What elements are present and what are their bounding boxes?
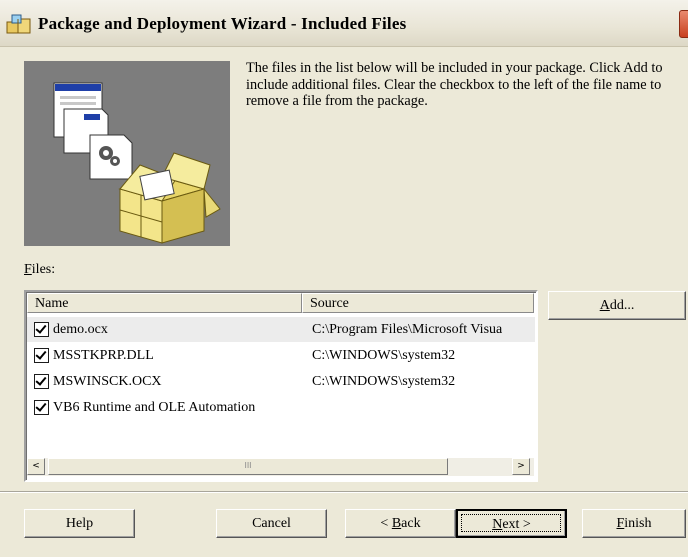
help-button[interactable]: Help bbox=[24, 509, 135, 538]
column-header-source[interactable]: Source bbox=[302, 293, 534, 313]
list-header: Name Source bbox=[27, 293, 536, 315]
include-checkbox[interactable] bbox=[34, 400, 49, 415]
scroll-left-button[interactable]: < bbox=[27, 458, 45, 475]
title-bar[interactable]: Package and Deployment Wizard - Included… bbox=[0, 0, 688, 47]
file-name: MSSTKPRP.DLL bbox=[53, 348, 154, 363]
list-item[interactable]: demo.ocx C:\Program Files\Microsoft Visu… bbox=[27, 317, 535, 342]
window-title: Package and Deployment Wizard - Included… bbox=[38, 14, 407, 33]
file-name: MSWINSCK.OCX bbox=[53, 374, 162, 389]
file-name: demo.ocx bbox=[53, 322, 108, 337]
list-item[interactable]: VB6 Runtime and OLE Automation bbox=[27, 395, 535, 420]
file-source: C:\WINDOWS\system32 bbox=[312, 374, 456, 389]
cancel-button[interactable]: Cancel bbox=[216, 509, 327, 538]
package-wizard-icon bbox=[6, 14, 31, 34]
scroll-thumb[interactable]: III bbox=[48, 458, 448, 475]
include-checkbox[interactable] bbox=[34, 348, 49, 363]
finish-button[interactable]: Finish bbox=[582, 509, 686, 538]
horizontal-scrollbar[interactable]: < III > bbox=[27, 458, 534, 476]
intro-text: The files in the list below will be incl… bbox=[246, 60, 663, 109]
files-label: Files: bbox=[24, 262, 56, 277]
list-item[interactable]: MSSTKPRP.DLL C:\WINDOWS\system32 bbox=[27, 343, 535, 368]
close-button[interactable] bbox=[679, 10, 688, 38]
file-source: C:\Program Files\Microsoft Visua bbox=[312, 322, 503, 337]
list-item[interactable]: MSWINSCK.OCX C:\WINDOWS\system32 bbox=[27, 369, 535, 394]
included-files-list[interactable]: Name Source demo.ocx C:\Program Files\Mi… bbox=[24, 290, 538, 482]
scroll-right-button[interactable]: > bbox=[512, 458, 530, 475]
include-checkbox[interactable] bbox=[34, 322, 49, 337]
wizard-banner-image bbox=[24, 61, 230, 246]
back-button[interactable]: < Back bbox=[345, 509, 456, 538]
file-name: VB6 Runtime and OLE Automation bbox=[53, 400, 256, 415]
add-button[interactable]: Add... bbox=[548, 291, 686, 320]
include-checkbox[interactable] bbox=[34, 374, 49, 389]
separator bbox=[0, 491, 688, 493]
file-source: C:\WINDOWS\system32 bbox=[312, 348, 456, 363]
column-header-name[interactable]: Name bbox=[27, 293, 302, 313]
next-button[interactable]: Next > bbox=[456, 509, 567, 538]
package-box-icon bbox=[53, 82, 221, 244]
